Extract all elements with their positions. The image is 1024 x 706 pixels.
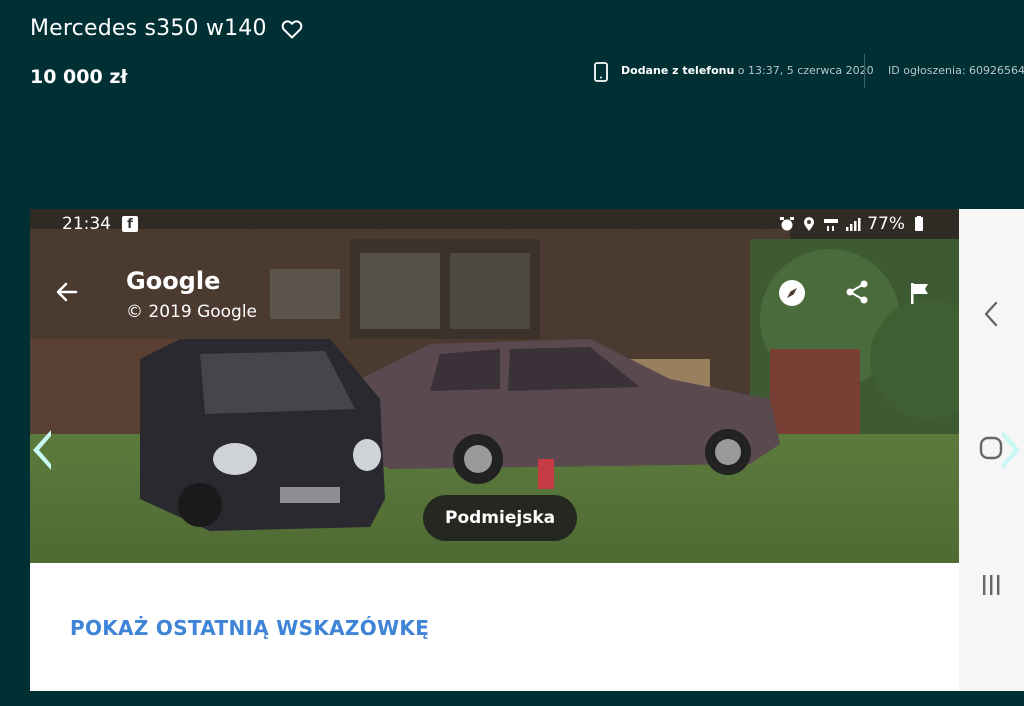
ad-id: ID ogłoszenia: 609265649 — [888, 64, 1024, 77]
alarm-icon — [780, 217, 795, 231]
flag-icon[interactable] — [908, 281, 932, 305]
phone-status-bar: 21:34 f 77% — [30, 209, 959, 239]
smartphone-icon — [594, 62, 608, 82]
status-battery: 77% — [867, 214, 905, 234]
heart-icon[interactable] — [280, 17, 304, 41]
back-arrow-icon[interactable] — [54, 279, 80, 305]
battery-icon — [915, 216, 923, 231]
facebook-icon: f — [122, 216, 138, 232]
signal-icon — [846, 218, 861, 231]
chevron-right-icon[interactable] — [1000, 428, 1024, 472]
listing-title: Mercedes s350 w140 — [30, 16, 267, 41]
app-title: Google — [126, 267, 221, 295]
lte-icon — [824, 219, 839, 231]
added-prefix: Dodane z telefonu — [621, 64, 735, 77]
meta-divider — [864, 54, 865, 88]
chevron-left-icon[interactable] — [29, 428, 53, 472]
location-icon — [804, 217, 815, 231]
street-name-label: Podmiejska — [423, 495, 578, 541]
listing-photo[interactable]: 21:34 f 77% Google © 2019 Google Podmiej… — [30, 209, 959, 563]
share-icon[interactable] — [844, 279, 870, 305]
photo-gallery: 21:34 f 77% Google © 2019 Google Podmiej… — [30, 209, 959, 691]
nav-back-icon[interactable] — [979, 299, 1003, 329]
nav-recent-apps-icon[interactable] — [979, 572, 1003, 598]
added-info: Dodane z telefonu o 13:37, 5 czerwca 202… — [621, 64, 874, 77]
status-time: 21:34 — [62, 214, 111, 234]
status-right: 77% — [779, 214, 927, 234]
added-date: o 13:37, 5 czerwca 2020 — [734, 64, 874, 77]
app-copyright: © 2019 Google — [126, 302, 258, 322]
listing-price: 10 000 zł — [30, 66, 128, 88]
show-last-hint-button[interactable]: POKAŻ OSTATNIĄ WSKAZÓWKĘ — [70, 616, 429, 640]
compass-icon[interactable] — [778, 279, 806, 307]
